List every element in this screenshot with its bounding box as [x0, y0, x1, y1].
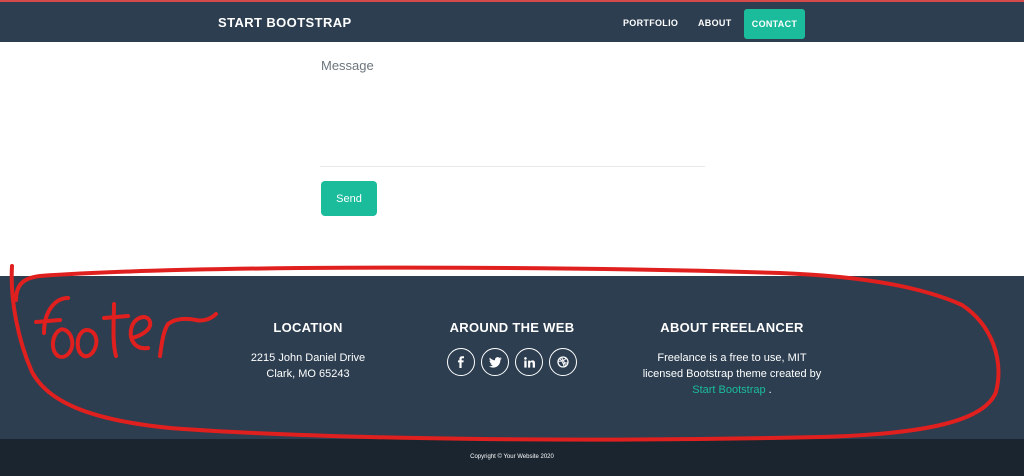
about-line-3: Start Bootstrap .	[628, 382, 836, 398]
around-the-web-title: AROUND THE WEB	[449, 320, 575, 335]
message-placeholder: Message	[321, 58, 374, 73]
about-line-2: licensed Bootstrap theme created by	[642, 368, 822, 380]
navbar: START BOOTSTRAP PORTFOLIO ABOUT CONTACT	[0, 0, 1024, 42]
start-bootstrap-link[interactable]: Start Bootstrap	[692, 384, 765, 396]
location-address: 2215 John Daniel Drive Clark, MO 65243	[228, 350, 388, 382]
send-button[interactable]: Send	[321, 181, 377, 216]
nav-link-contact[interactable]: CONTACT	[744, 9, 805, 39]
about-suffix: .	[765, 384, 772, 396]
nav-link-about[interactable]: ABOUT	[698, 18, 732, 28]
address-line-2: Clark, MO 65243	[266, 368, 350, 380]
about-description: Freelance is a free to use, MIT licensed…	[628, 350, 836, 398]
copyright-bar: Copyright © Your Website 2020	[0, 439, 1024, 476]
nav-link-portfolio[interactable]: PORTFOLIO	[623, 18, 678, 28]
brand-link[interactable]: START BOOTSTRAP	[218, 15, 352, 30]
about-freelancer-title: ABOUT FREELANCER	[660, 320, 804, 335]
message-textarea[interactable]: Message	[320, 50, 705, 167]
copyright-text: Copyright © Your Website 2020	[470, 454, 554, 460]
address-line-1: 2215 John Daniel Drive	[250, 352, 366, 364]
location-title: LOCATION	[273, 320, 343, 335]
footer: LOCATION 2215 John Daniel Drive Clark, M…	[0, 276, 1024, 439]
facebook-icon[interactable]	[447, 348, 475, 376]
dribbble-icon[interactable]	[549, 348, 577, 376]
twitter-icon[interactable]	[481, 348, 509, 376]
about-line-1: Freelance is a free to use, MIT	[657, 352, 807, 364]
linkedin-icon[interactable]	[515, 348, 543, 376]
social-links	[447, 348, 579, 376]
